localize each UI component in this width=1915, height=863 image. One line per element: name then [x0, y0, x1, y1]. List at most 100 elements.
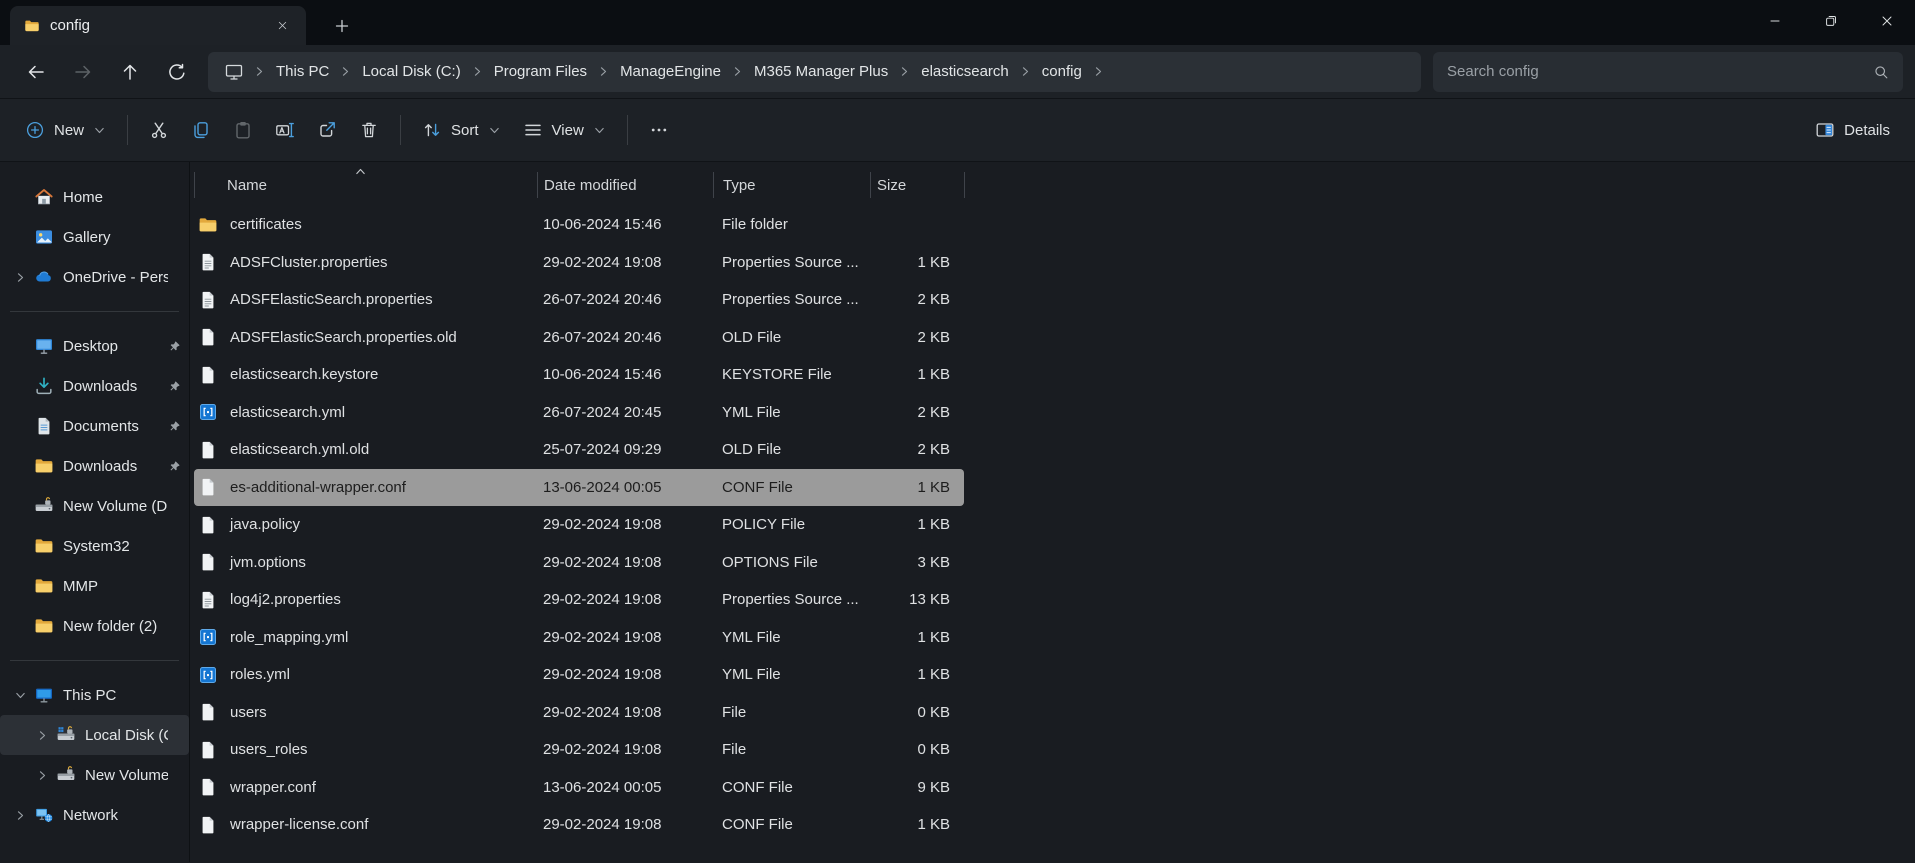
explorer-tab[interactable]: config	[10, 6, 306, 45]
delete-button[interactable]	[348, 111, 390, 149]
file-row[interactable]: elasticsearch.yml 26-07-2024 20:45 YML F…	[194, 394, 964, 432]
clipboard-icon	[233, 120, 253, 140]
forward-button[interactable]	[59, 52, 106, 92]
sort-button[interactable]: Sort	[411, 111, 512, 149]
copy-button[interactable]	[180, 111, 222, 149]
tab-close-icon[interactable]	[268, 12, 296, 40]
expand-chevron-icon[interactable]	[30, 769, 54, 782]
sidebar-item[interactable]: New Volume (D:)	[0, 486, 189, 526]
file-date-modified: 29-02-2024 19:08	[537, 816, 713, 833]
close-button[interactable]	[1859, 0, 1915, 42]
file-row[interactable]: es-additional-wrapper.conf 13-06-2024 00…	[194, 469, 964, 507]
file-row[interactable]: ADSFCluster.properties 29-02-2024 19:08 …	[194, 244, 964, 282]
file-type-icon	[198, 477, 218, 497]
sidebar-item[interactable]: New Volume (D:)	[0, 755, 189, 795]
file-row[interactable]: ADSFElasticSearch.properties.old 26-07-2…	[194, 319, 964, 357]
details-pane-button[interactable]: Details	[1804, 111, 1901, 149]
expand-chevron-icon[interactable]	[8, 809, 32, 822]
chevron-right-icon[interactable]	[1092, 65, 1105, 78]
sidebar-item-label: MMP	[63, 578, 168, 595]
expand-chevron-icon[interactable]	[30, 729, 54, 742]
breadcrumb: This PC Local Disk (C:) Program Files Ma…	[267, 57, 1106, 86]
file-name: elasticsearch.yml.old	[230, 441, 369, 458]
chevron-right-icon[interactable]	[339, 65, 352, 78]
scissors-icon	[149, 120, 169, 140]
search-icon[interactable]	[1873, 64, 1889, 80]
breadcrumb-segment[interactable]: Program Files	[485, 57, 596, 86]
sidebar-item[interactable]: Downloads	[0, 366, 189, 406]
file-row[interactable]: certificates 10-06-2024 15:46 File folde…	[194, 206, 964, 244]
file-type-icon	[198, 590, 218, 610]
column-header-date-modified[interactable]: Date modified	[537, 172, 713, 198]
chevron-right-icon[interactable]	[731, 65, 744, 78]
column-header-size[interactable]: Size	[870, 172, 964, 198]
more-options-button[interactable]	[638, 111, 680, 149]
file-type: OPTIONS File	[713, 554, 870, 571]
sidebar-item[interactable]: Home	[0, 177, 189, 217]
sidebar-item[interactable]: Local Disk (C:)	[0, 715, 189, 755]
file-row[interactable]: roles.yml 29-02-2024 19:08 YML File 1 KB	[194, 656, 964, 694]
file-row[interactable]: ADSFElasticSearch.properties 26-07-2024 …	[194, 281, 964, 319]
breadcrumb-segment[interactable]: config	[1033, 57, 1091, 86]
file-type: OLD File	[713, 441, 870, 458]
minimize-button[interactable]	[1747, 0, 1803, 42]
breadcrumb-segment[interactable]: Local Disk (C:)	[353, 57, 469, 86]
chevron-right-icon[interactable]	[898, 65, 911, 78]
file-row[interactable]: log4j2.properties 29-02-2024 19:08 Prope…	[194, 581, 964, 619]
share-button[interactable]	[306, 111, 348, 149]
breadcrumb-segment[interactable]: This PC	[267, 57, 338, 86]
new-button[interactable]: New	[14, 111, 117, 149]
refresh-button[interactable]	[153, 52, 200, 92]
file-row[interactable]: elasticsearch.yml.old 25-07-2024 09:29 O…	[194, 431, 964, 469]
chevron-right-icon[interactable]	[253, 65, 266, 78]
cut-button[interactable]	[138, 111, 180, 149]
maximize-restore-button[interactable]	[1803, 0, 1859, 42]
file-type: YML File	[713, 629, 870, 646]
breadcrumb-segment[interactable]: ManageEngine	[611, 57, 730, 86]
paste-button[interactable]	[222, 111, 264, 149]
toolbar-separator	[400, 115, 401, 145]
expand-chevron-icon[interactable]	[8, 689, 32, 702]
sidebar-item[interactable]: Network	[0, 795, 189, 835]
file-row[interactable]: java.policy 29-02-2024 19:08 POLICY File…	[194, 506, 964, 544]
sidebar-item[interactable]: MMP	[0, 566, 189, 606]
file-row[interactable]: users 29-02-2024 19:08 File 0 KB	[194, 694, 964, 732]
file-row[interactable]: wrapper.conf 13-06-2024 00:05 CONF File …	[194, 769, 964, 807]
file-type-icon	[198, 665, 218, 685]
file-date-modified: 29-02-2024 19:08	[537, 704, 713, 721]
sidebar-item[interactable]: This PC	[0, 675, 189, 715]
file-row[interactable]: users_roles 29-02-2024 19:08 File 0 KB	[194, 731, 964, 769]
new-tab-button[interactable]	[328, 12, 356, 40]
chevron-right-icon[interactable]	[1019, 65, 1032, 78]
sidebar-item[interactable]: New folder (2)	[0, 606, 189, 646]
address-bar[interactable]: This PC Local Disk (C:) Program Files Ma…	[208, 52, 1421, 92]
file-row[interactable]: jvm.options 29-02-2024 19:08 OPTIONS Fil…	[194, 544, 964, 582]
file-name: users_roles	[230, 741, 308, 758]
sidebar-item[interactable]: System32	[0, 526, 189, 566]
search-input[interactable]: Search config	[1433, 52, 1903, 92]
breadcrumb-segment[interactable]: M365 Manager Plus	[745, 57, 897, 86]
sidebar-item[interactable]: Documents	[0, 406, 189, 446]
column-header-type[interactable]: Type	[713, 172, 870, 198]
file-date-modified: 26-07-2024 20:46	[537, 329, 713, 346]
file-row[interactable]: elasticsearch.keystore 10-06-2024 15:46 …	[194, 356, 964, 394]
file-row[interactable]: role_mapping.yml 29-02-2024 19:08 YML Fi…	[194, 619, 964, 657]
sidebar-item[interactable]: OneDrive - Persona	[0, 257, 189, 297]
breadcrumb-segment[interactable]: elasticsearch	[912, 57, 1018, 86]
chevron-right-icon[interactable]	[597, 65, 610, 78]
expand-chevron-icon[interactable]	[8, 271, 32, 284]
file-row[interactable]: wrapper-license.conf 29-02-2024 19:08 CO…	[194, 806, 964, 844]
up-button[interactable]	[106, 52, 153, 92]
sidebar-item[interactable]: Desktop	[0, 326, 189, 366]
rename-button[interactable]	[264, 111, 306, 149]
sidebar-item-icon	[34, 496, 54, 516]
file-type: CONF File	[713, 479, 870, 496]
pin-icon	[168, 380, 181, 393]
back-button[interactable]	[12, 52, 59, 92]
view-button[interactable]: View	[512, 111, 617, 149]
chevron-right-icon[interactable]	[471, 65, 484, 78]
sidebar-item[interactable]: Gallery	[0, 217, 189, 257]
this-pc-icon[interactable]	[216, 62, 252, 82]
sidebar-item[interactable]: Downloads	[0, 446, 189, 486]
file-name-cell: elasticsearch.keystore	[194, 365, 537, 385]
